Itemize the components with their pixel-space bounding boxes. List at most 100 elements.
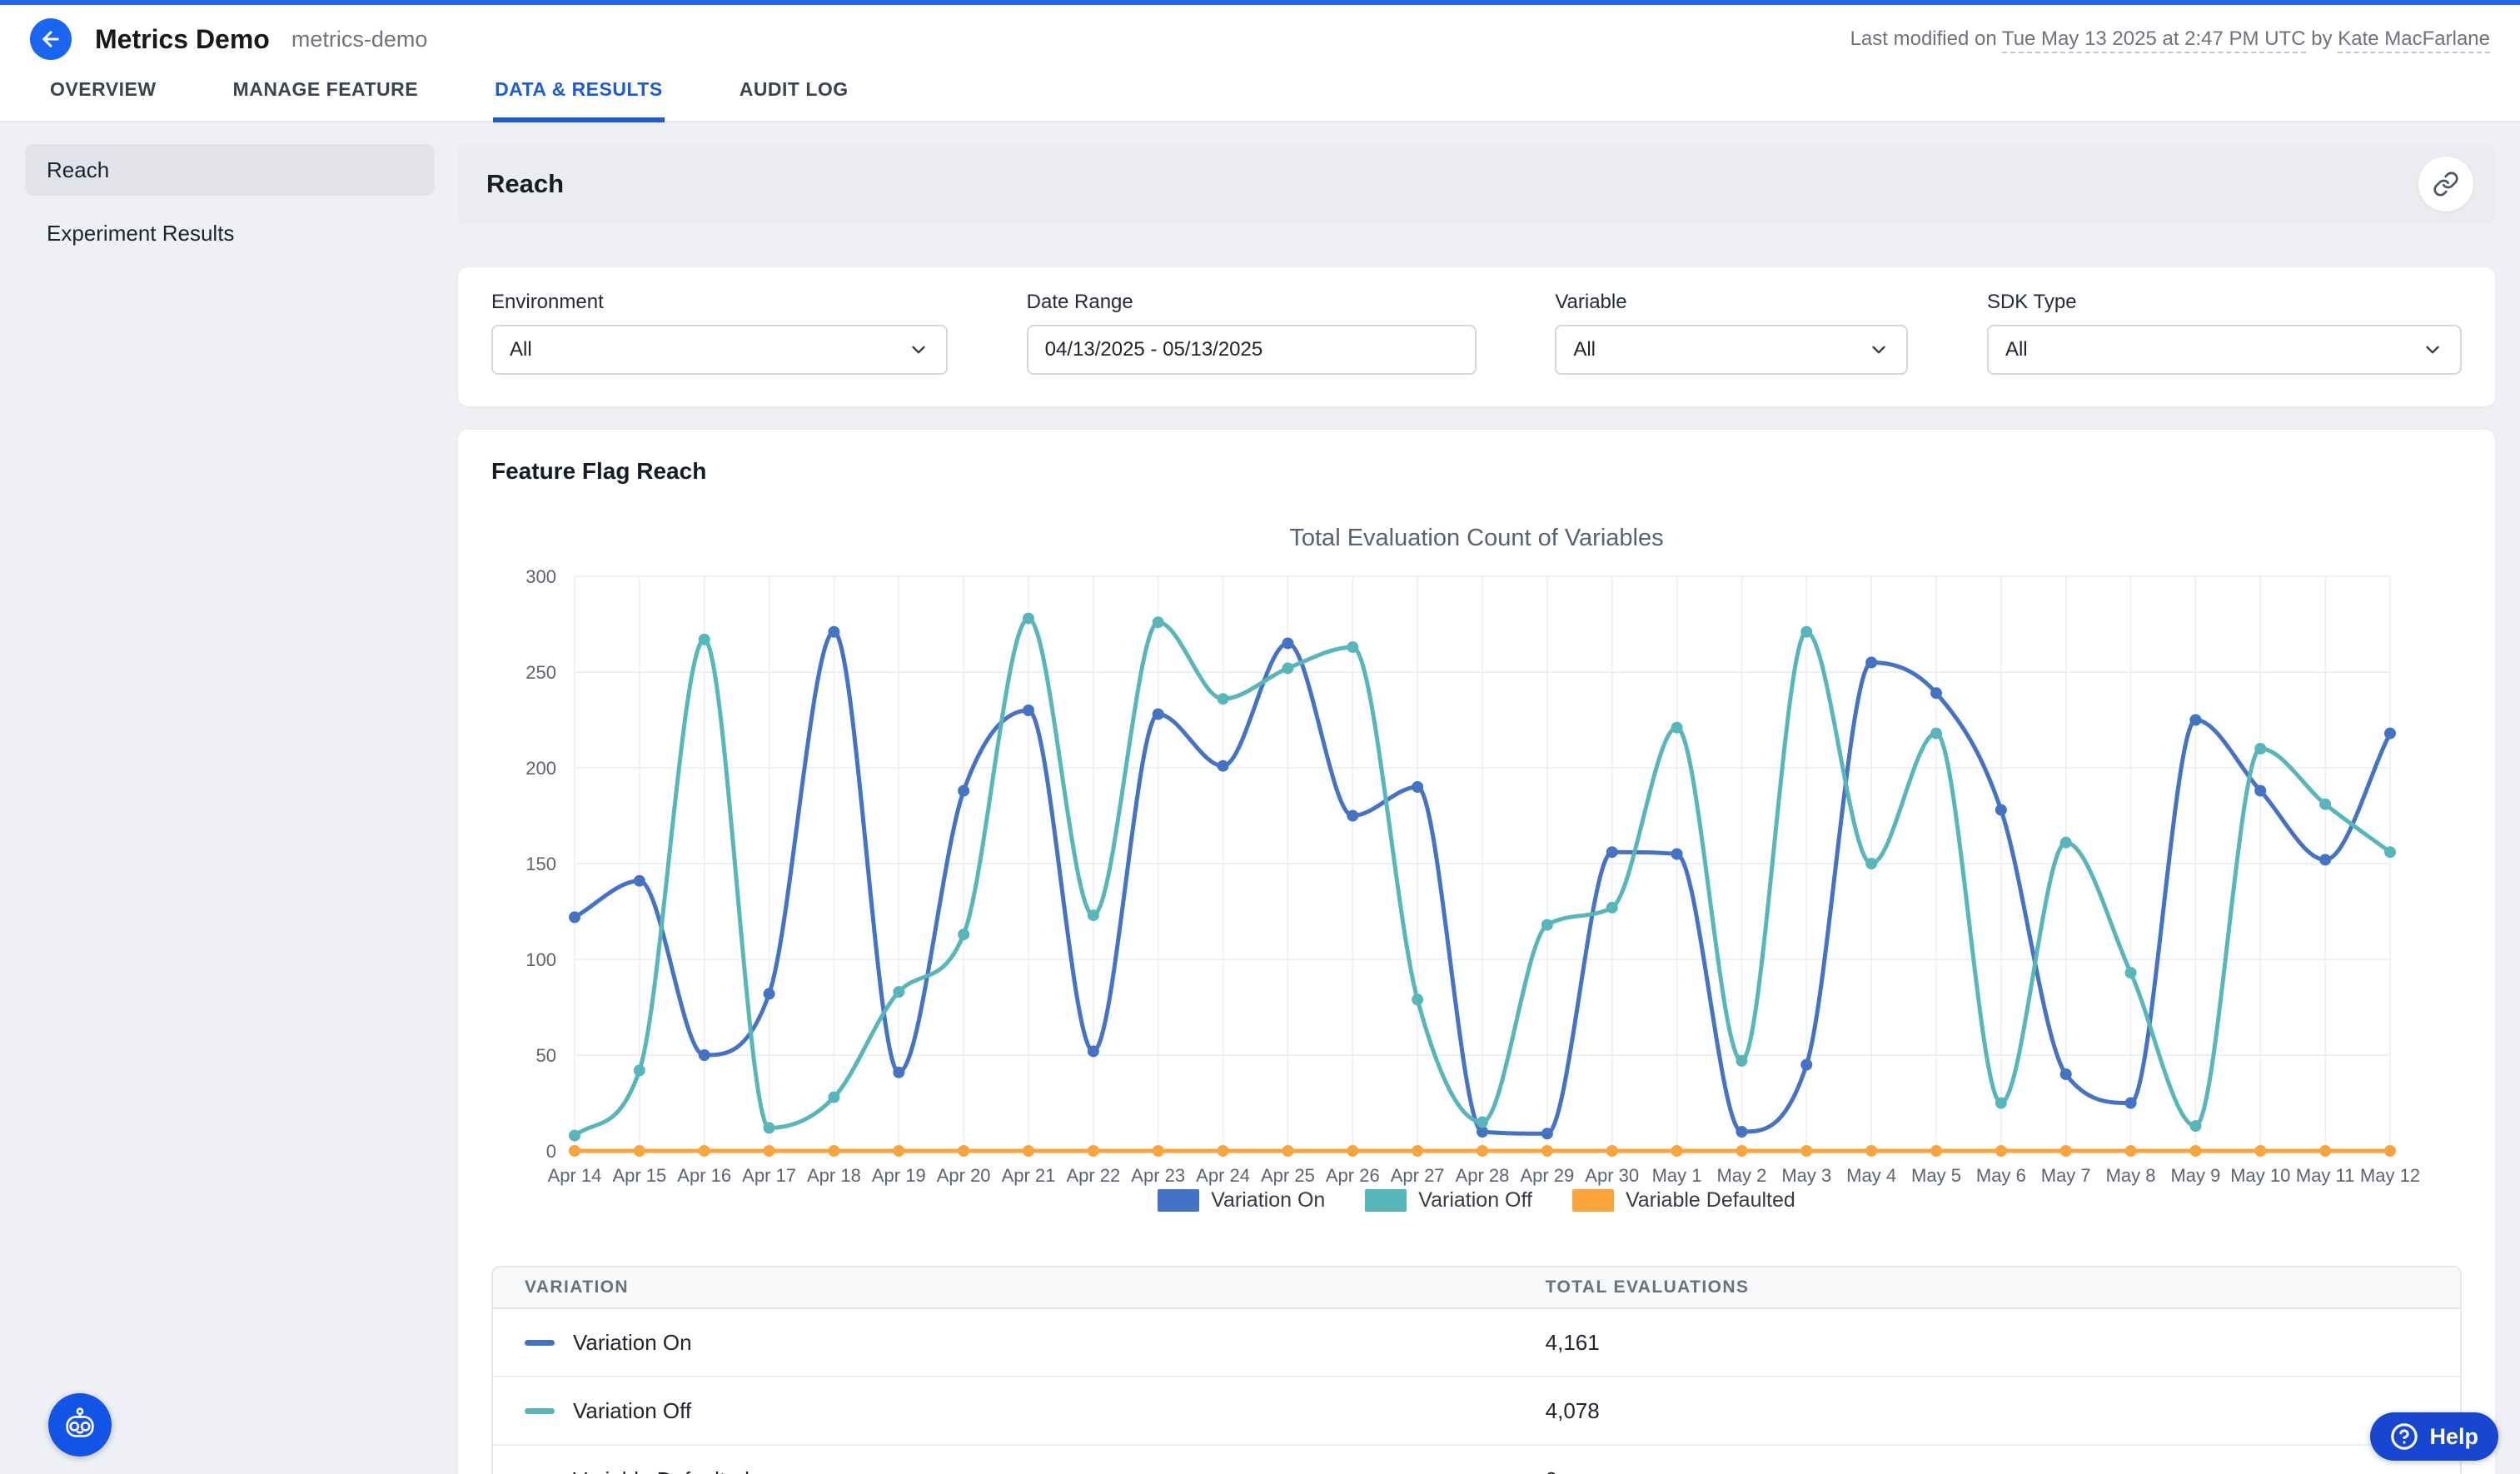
series-marker-variation-on bbox=[1606, 846, 1618, 858]
series-color-dash-icon bbox=[525, 1408, 555, 1414]
filters-card: Environment All Date Range Variable All bbox=[458, 267, 2495, 406]
series-marker-variable-defaulted bbox=[634, 1145, 645, 1157]
filter-sdk-type-label: SDK Type bbox=[1987, 291, 2462, 314]
series-marker-variable-defaulted bbox=[958, 1145, 969, 1157]
series-marker-variable-defaulted bbox=[2125, 1145, 2137, 1157]
filter-date-range: Date Range bbox=[1027, 291, 1477, 375]
x-axis-tick-label: May 4 bbox=[1846, 1165, 1896, 1186]
series-marker-variable-defaulted bbox=[764, 1145, 775, 1157]
series-marker-variation-off bbox=[2125, 967, 2137, 979]
sdk-type-value: All bbox=[2005, 338, 2028, 361]
panel-title: Reach bbox=[486, 169, 564, 199]
feature-key: metrics-demo bbox=[291, 27, 428, 52]
column-header-total-evaluations: TOTAL EVALUATIONS bbox=[1546, 1277, 1750, 1297]
main-panel: Reach Environment All Date Range Variab bbox=[458, 144, 2495, 1474]
tab-overview[interactable]: OVERVIEW bbox=[48, 73, 158, 122]
series-marker-variation-off bbox=[1736, 1055, 1747, 1067]
x-axis-tick-label: Apr 17 bbox=[742, 1165, 796, 1186]
legend-item-variation-on[interactable]: Variation On bbox=[1158, 1188, 1325, 1213]
series-marker-variation-off bbox=[1412, 993, 1423, 1005]
series-marker-variation-on bbox=[1736, 1126, 1747, 1138]
series-marker-variable-defaulted bbox=[2319, 1145, 2331, 1157]
legend-item-variation-off[interactable]: Variation Off bbox=[1365, 1188, 1532, 1213]
series-marker-variation-on bbox=[1023, 705, 1034, 716]
sdk-type-select[interactable]: All bbox=[1987, 325, 2462, 375]
series-marker-variation-off bbox=[1995, 1098, 2007, 1109]
series-marker-variable-defaulted bbox=[828, 1145, 839, 1157]
assistant-robot-button[interactable] bbox=[48, 1393, 112, 1457]
filter-variable-label: Variable bbox=[1555, 291, 1908, 314]
feature-flag-reach-card: Feature Flag Reach Total Evaluation Coun… bbox=[458, 430, 2495, 1474]
environment-value: All bbox=[510, 338, 532, 361]
sidebar-item-experiment-results[interactable]: Experiment Results bbox=[25, 207, 435, 259]
series-marker-variation-on bbox=[569, 911, 580, 923]
series-marker-variation-off bbox=[1865, 858, 1877, 869]
series-marker-variation-on bbox=[958, 785, 969, 797]
chevron-down-icon bbox=[2422, 339, 2443, 361]
x-axis-tick-label: Apr 24 bbox=[1196, 1165, 1250, 1186]
x-axis-tick-label: May 10 bbox=[2230, 1165, 2290, 1186]
series-marker-variable-defaulted bbox=[1865, 1145, 1877, 1157]
series-marker-variation-off bbox=[1671, 722, 1683, 734]
x-axis-tick-label: May 11 bbox=[2296, 1165, 2355, 1186]
series-marker-variation-on bbox=[2060, 1068, 2072, 1080]
total-evaluations-value: 4,078 bbox=[1546, 1398, 1600, 1424]
tab-data-and-results[interactable]: DATA & RESULTS bbox=[493, 73, 665, 122]
series-marker-variation-on bbox=[1282, 638, 1293, 650]
series-marker-variation-off bbox=[1541, 919, 1553, 931]
total-evaluations-value: 4,161 bbox=[1546, 1330, 1600, 1356]
series-marker-variation-off bbox=[1153, 616, 1164, 628]
x-axis-tick-label: Apr 29 bbox=[1520, 1165, 1574, 1186]
y-axis-tick-label: 200 bbox=[525, 758, 556, 779]
last-modified-author: Kate MacFarlane bbox=[2338, 27, 2490, 53]
help-button[interactable]: Help bbox=[2370, 1412, 2498, 1461]
tab-manage-feature[interactable]: MANAGE FEATURE bbox=[232, 73, 421, 122]
series-marker-variable-defaulted bbox=[2384, 1145, 2396, 1157]
series-marker-variation-off bbox=[1477, 1117, 1488, 1128]
series-marker-variable-defaulted bbox=[1412, 1145, 1423, 1157]
legend-swatch-variable-defaulted bbox=[1572, 1189, 1614, 1212]
series-marker-variable-defaulted bbox=[2189, 1145, 2201, 1157]
sidebar-item-reach[interactable]: Reach bbox=[25, 144, 435, 196]
last-modified-date: Tue May 13 2025 at 2:47 PM UTC bbox=[2002, 27, 2306, 53]
chevron-down-icon bbox=[1868, 339, 1890, 361]
series-marker-variation-off bbox=[2384, 846, 2396, 858]
series-marker-variation-on bbox=[1930, 687, 1942, 699]
series-marker-variation-on bbox=[1153, 709, 1164, 720]
series-marker-variation-on bbox=[2254, 785, 2266, 797]
series-marker-variation-on bbox=[2384, 728, 2396, 739]
series-marker-variable-defaulted bbox=[1606, 1145, 1618, 1157]
series-marker-variation-on bbox=[1347, 810, 1358, 822]
date-range-input[interactable] bbox=[1045, 338, 1458, 361]
back-button[interactable] bbox=[30, 18, 72, 60]
chart-card-title: Feature Flag Reach bbox=[458, 458, 2495, 485]
variable-select[interactable]: All bbox=[1555, 325, 1908, 375]
content-area: Reach Experiment Results Reach Environme… bbox=[0, 122, 2520, 1474]
series-marker-variation-off bbox=[569, 1130, 580, 1142]
x-axis-tick-label: May 1 bbox=[1652, 1165, 1702, 1186]
series-marker-variable-defaulted bbox=[1930, 1145, 1942, 1157]
series-marker-variation-on bbox=[764, 988, 775, 999]
series-marker-variation-off bbox=[2254, 743, 2266, 754]
series-marker-variation-on bbox=[1865, 657, 1877, 669]
legend-item-variable-defaulted[interactable]: Variable Defaulted bbox=[1572, 1188, 1795, 1213]
series-marker-variable-defaulted bbox=[2254, 1145, 2266, 1157]
series-marker-variable-defaulted bbox=[699, 1145, 710, 1157]
chart-title: Total Evaluation Count of Variables bbox=[458, 525, 2495, 552]
series-marker-variation-off bbox=[958, 929, 969, 940]
series-marker-variable-defaulted bbox=[2060, 1145, 2072, 1157]
table-row-variation-on: Variation On4,161 bbox=[493, 1309, 2460, 1377]
x-axis-tick-label: Apr 28 bbox=[1456, 1165, 1510, 1186]
x-axis-tick-label: May 7 bbox=[2041, 1165, 2091, 1186]
series-marker-variation-on bbox=[893, 1067, 904, 1078]
series-color-dash-icon bbox=[525, 1340, 555, 1346]
tab-audit-log[interactable]: AUDIT LOG bbox=[738, 73, 850, 122]
page-title: Metrics Demo bbox=[95, 24, 270, 55]
y-axis-tick-label: 250 bbox=[525, 662, 556, 683]
help-button-label: Help bbox=[2429, 1424, 2478, 1450]
copy-link-button[interactable] bbox=[2418, 157, 2473, 212]
filter-environment-label: Environment bbox=[491, 291, 948, 314]
x-axis-tick-label: Apr 26 bbox=[1326, 1165, 1380, 1186]
environment-select[interactable]: All bbox=[491, 325, 948, 375]
x-axis-tick-label: May 12 bbox=[2360, 1165, 2420, 1186]
